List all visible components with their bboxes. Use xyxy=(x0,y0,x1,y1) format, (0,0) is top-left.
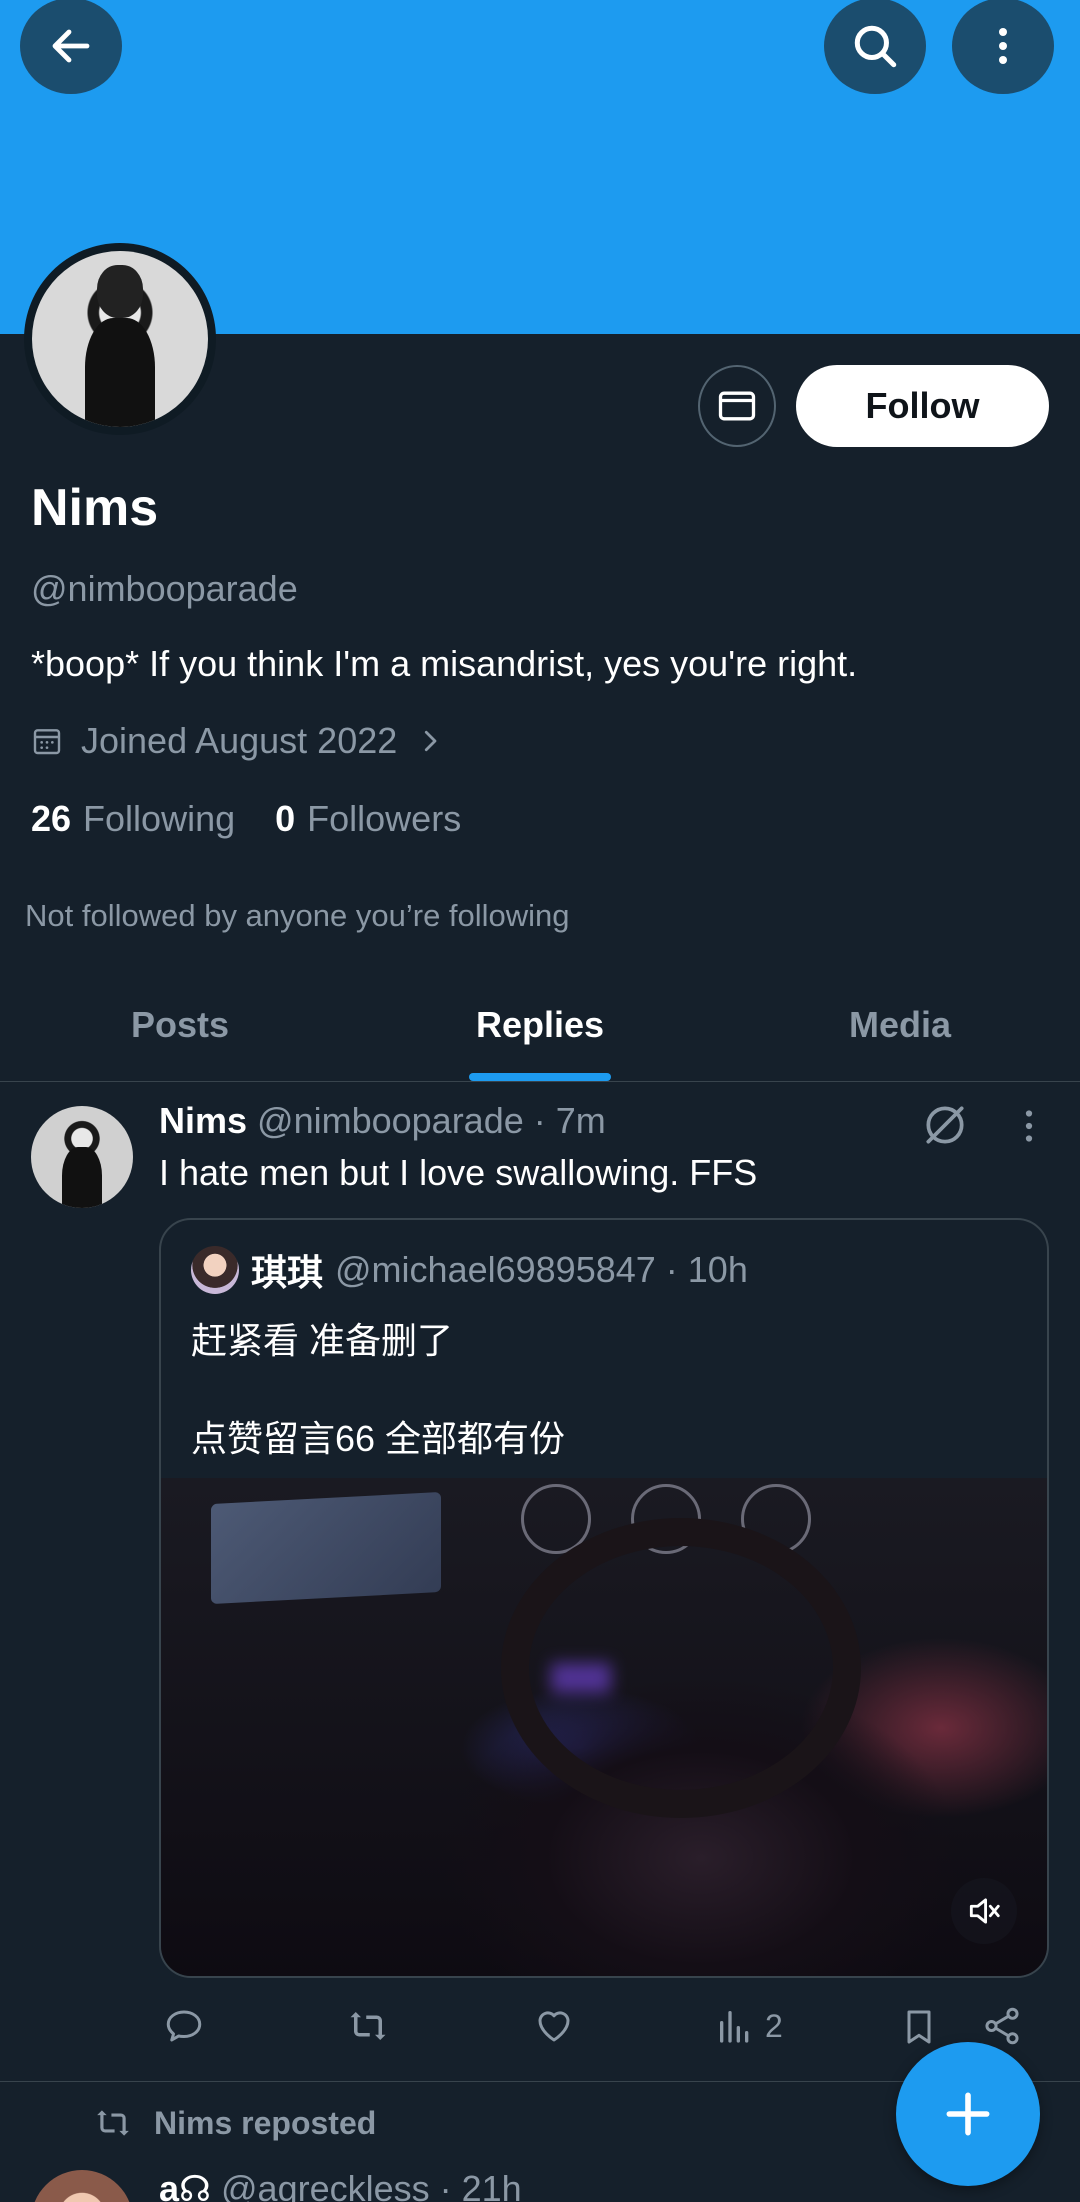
message-button[interactable] xyxy=(698,365,776,447)
share-icon xyxy=(985,2007,1019,2045)
quote-author: 琪琪 xyxy=(251,1252,324,1293)
video-dashboard-screen xyxy=(211,1491,441,1605)
quote-video[interactable] xyxy=(161,1478,1047,1976)
bookmark-icon xyxy=(907,2010,931,2044)
like-icon xyxy=(538,2011,570,2042)
next-post-meta: @agreckless · 21h xyxy=(221,2168,522,2202)
profile-name: Nims xyxy=(31,479,159,537)
next-post-author[interactable]: a☊ xyxy=(159,2168,211,2202)
post-header: Nims @nimbooparade · 7m xyxy=(159,1100,606,1142)
following-count: 26 xyxy=(31,798,72,839)
share-button[interactable] xyxy=(981,2005,1023,2047)
back-arrow-icon xyxy=(52,29,90,63)
quoted-post[interactable]: 琪琪 @michael69895847 · 10h 赶紧看 准备删了 点赞留言6… xyxy=(159,1218,1049,1978)
joined-date[interactable]: Joined August 2022 xyxy=(31,720,445,762)
joined-label: Joined August 2022 xyxy=(81,720,398,761)
followers-label: Followers xyxy=(307,798,462,839)
quote-header: 琪琪 @michael69895847 · 10h xyxy=(191,1244,748,1296)
repost-button[interactable] xyxy=(345,2005,391,2047)
views-button[interactable]: 2 xyxy=(715,2005,783,2047)
following-link[interactable]: 26 Following xyxy=(31,798,235,840)
reply-icon xyxy=(166,2010,202,2042)
profile-handle: @nimbooparade xyxy=(31,568,298,609)
views-count: 2 xyxy=(765,2007,783,2044)
profile-bio: *boop* If you think I'm a misandrist, ye… xyxy=(31,643,858,684)
following-label: Following xyxy=(83,798,236,839)
views-icon xyxy=(720,2011,749,2043)
bookmark-button[interactable] xyxy=(899,2005,939,2049)
more-vertical-icon xyxy=(999,28,1007,64)
mute-icon xyxy=(969,1898,1000,1924)
chevron-right-icon xyxy=(425,730,437,752)
plus-icon xyxy=(946,2092,990,2136)
quote-text-line1: 赶紧看 准备删了 xyxy=(191,1320,454,1361)
mail-icon xyxy=(718,391,756,421)
post-avatar[interactable] xyxy=(31,1106,133,1208)
post-author[interactable]: Nims xyxy=(159,1100,247,1142)
grok-icon xyxy=(926,1106,964,1144)
search-button[interactable] xyxy=(824,0,926,94)
grok-button[interactable] xyxy=(920,1100,970,1155)
tab-posts[interactable]: Posts xyxy=(0,968,360,1081)
search-icon xyxy=(854,25,897,68)
repost-icon xyxy=(97,2110,129,2136)
video-ambient-light xyxy=(551,1663,611,1693)
follow-button[interactable]: Follow xyxy=(796,365,1049,447)
post-text: I hate men but I love swallowing. FFS xyxy=(159,1152,758,1193)
post-meta: @nimbooparade · 7m xyxy=(257,1100,606,1141)
mute-button[interactable] xyxy=(951,1878,1017,1944)
post-actions: 2 xyxy=(159,2005,1049,2055)
compose-button[interactable] xyxy=(896,2042,1040,2186)
quote-text-line2: 点赞留言66 全部都有份 xyxy=(191,1418,566,1459)
more-vertical-icon xyxy=(1025,1110,1033,1142)
quote-meta: @michael69895847 · 10h xyxy=(335,1249,748,1290)
tab-replies[interactable]: Replies xyxy=(360,968,720,1081)
profile-tabs: Posts Replies Media xyxy=(0,968,1080,1082)
repost-icon xyxy=(350,2012,386,2040)
post-more-button[interactable] xyxy=(1014,1106,1044,1151)
calendar-icon xyxy=(33,729,61,755)
repost-label: Nims reposted xyxy=(154,2104,377,2141)
quote-avatar xyxy=(191,1246,239,1294)
next-post-avatar[interactable] xyxy=(31,2170,133,2202)
back-button[interactable] xyxy=(20,0,122,94)
tab-media[interactable]: Media xyxy=(720,968,1080,1081)
followers-count: 0 xyxy=(275,798,296,839)
repost-indicator: Nims reposted xyxy=(92,2104,376,2142)
reply-button[interactable] xyxy=(163,2005,205,2047)
follow-stats: 26 Following 0 Followers xyxy=(31,798,461,840)
not-followed-note: Not followed by anyone you’re following xyxy=(25,898,570,933)
more-options-button[interactable] xyxy=(952,0,1054,94)
like-button[interactable] xyxy=(533,2005,575,2047)
profile-avatar[interactable] xyxy=(24,243,216,435)
next-post-header: a☊ @agreckless · 21h xyxy=(159,2168,522,2202)
followers-link[interactable]: 0 Followers xyxy=(275,798,461,840)
